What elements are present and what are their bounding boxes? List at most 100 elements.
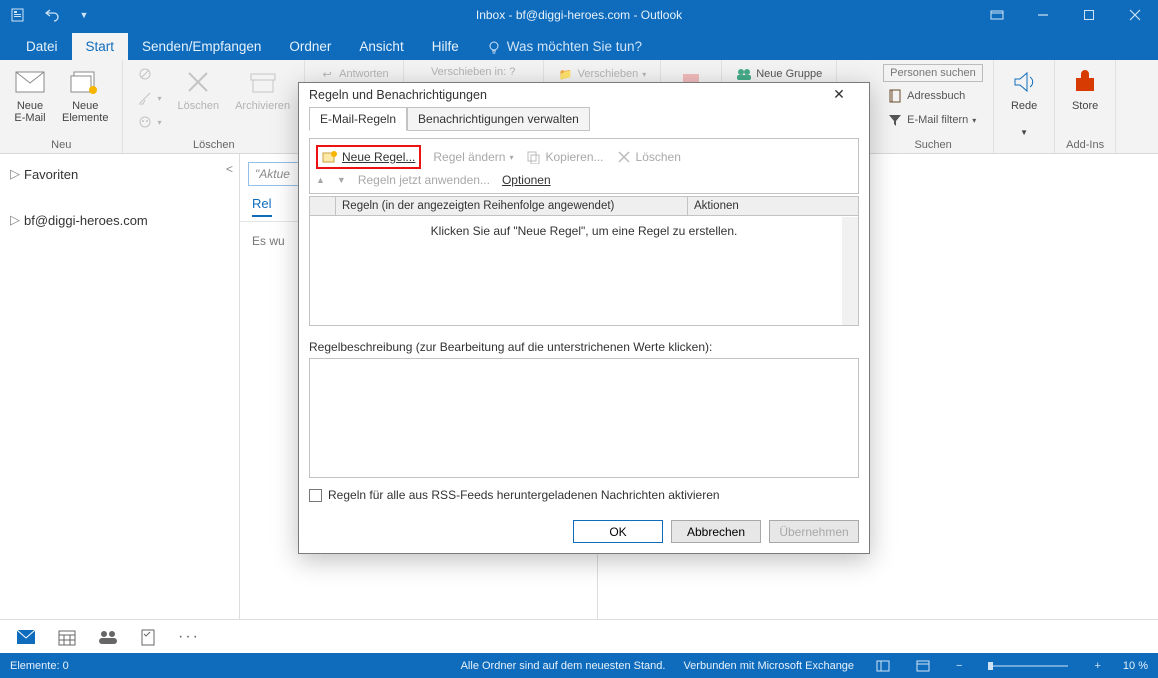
delete-label: Löschen — [178, 100, 220, 112]
options-label: Optionen — [502, 173, 551, 187]
folder-move-icon: 📁 — [558, 66, 574, 82]
reply-icon: ↩ — [319, 66, 335, 82]
tab-hilfe[interactable]: Hilfe — [418, 33, 473, 60]
new-rule-button[interactable]: Neue Regel... — [316, 145, 421, 169]
view-reading-icon[interactable] — [912, 660, 934, 672]
people-search-input[interactable]: Personen suchen — [883, 64, 983, 82]
store-button[interactable]: Store — [1065, 64, 1105, 114]
store-icon — [1069, 66, 1101, 98]
move-up-button[interactable]: ▲ — [316, 175, 325, 185]
delete-rule-button[interactable]: Löschen — [616, 149, 681, 165]
folder-pane: ▷Favoriten ▷ bf@diggi-heroes.com < — [0, 154, 240, 619]
junk-button[interactable]: ▾ — [133, 112, 165, 132]
copy-rule-button[interactable]: Kopieren... — [525, 149, 603, 165]
group-label-neu: Neu — [51, 139, 71, 153]
favorites-row[interactable]: ▷Favoriten — [0, 160, 239, 188]
zoom-in-button[interactable]: + — [1090, 660, 1104, 672]
funnel-icon — [887, 112, 903, 128]
delete-icon — [616, 149, 632, 165]
junk-icon — [137, 114, 153, 130]
close-button[interactable] — [1112, 0, 1158, 30]
delete-button[interactable]: Löschen — [174, 64, 224, 114]
dialog-buttons: OK Abbrechen Übernehmen — [299, 510, 869, 553]
group-label-addins: Add-Ins — [1066, 139, 1104, 153]
ribbon-group-suchen: Personen suchen Adressbuch E-Mail filter… — [873, 60, 994, 153]
tab-notifications[interactable]: Benachrichtigungen verwalten — [407, 107, 590, 131]
account-label: bf@diggi-heroes.com — [24, 213, 148, 228]
table-scrollbar[interactable] — [842, 217, 858, 325]
zoom-out-button[interactable]: − — [952, 660, 966, 672]
col-checkbox — [310, 197, 336, 215]
title-bar: ▼ Inbox - bf@diggi-heroes.com - Outlook — [0, 0, 1158, 30]
new-items-button[interactable]: Neue Elemente — [58, 64, 112, 126]
col-actions: Aktionen — [688, 197, 858, 215]
move-down-button[interactable]: ▼ — [337, 175, 346, 185]
cancel-button[interactable]: Abbrechen — [671, 520, 761, 543]
zoom-slider[interactable] — [984, 661, 1072, 671]
addressbook-label: Adressbuch — [907, 90, 965, 102]
tab-start[interactable]: Start — [72, 33, 129, 60]
qat-dropdown-icon[interactable]: ▼ — [72, 3, 96, 27]
change-rule-button[interactable]: Regel ändern ▾ — [433, 150, 513, 164]
filter-email-button[interactable]: E-Mail filtern▾ — [883, 110, 983, 130]
tasks-nav-icon[interactable] — [140, 628, 156, 646]
new-email-button[interactable]: Neue E-Mail — [10, 64, 50, 126]
speak-button[interactable]: Rede▼ — [1004, 64, 1044, 139]
dialog-titlebar: Regeln und Benachrichtigungen ✕ — [299, 83, 869, 106]
broom-icon — [137, 90, 153, 106]
view-normal-icon[interactable] — [872, 660, 894, 672]
move-to-button[interactable]: Verschieben in: ? — [427, 64, 519, 80]
tab-email-rules[interactable]: E-Mail-Regeln — [309, 107, 407, 131]
new-items-label: Neue Elemente — [62, 100, 108, 124]
tab-senden[interactable]: Senden/Empfangen — [128, 33, 275, 60]
move-to-label: Verschieben in: ? — [431, 66, 515, 78]
account-row[interactable]: ▷ bf@diggi-heroes.com — [0, 206, 239, 234]
new-group-label: Neue Gruppe — [756, 68, 822, 80]
collapse-pane-icon[interactable]: < — [226, 162, 233, 176]
archive-button[interactable]: Archivieren — [231, 64, 294, 114]
dialog-close-button[interactable]: ✕ — [819, 86, 859, 103]
mail-nav-icon[interactable] — [16, 629, 36, 645]
ok-button[interactable]: OK — [573, 520, 663, 543]
delete-x-icon — [182, 66, 214, 98]
new-group-button[interactable]: Neue Gruppe — [732, 64, 826, 84]
ignore-button[interactable] — [133, 64, 165, 84]
tell-me-label: Was möchten Sie tun? — [507, 39, 642, 54]
rss-checkbox-row[interactable]: Regeln für alle aus RSS-Feeds herunterge… — [309, 488, 859, 502]
options-button[interactable]: Optionen — [502, 173, 551, 187]
tab-relevant[interactable]: Rel — [252, 196, 272, 217]
tab-ordner[interactable]: Ordner — [275, 33, 345, 60]
addressbook-button[interactable]: Adressbuch — [883, 86, 983, 106]
rules-table: Regeln (in der angezeigten Reihenfolge a… — [309, 196, 859, 326]
ribbon-options-icon[interactable] — [974, 0, 1020, 30]
cleanup-button[interactable]: ▾ — [133, 88, 165, 108]
move-button[interactable]: 📁Verschieben▾ — [554, 64, 651, 84]
rss-checkbox[interactable] — [309, 489, 322, 502]
col-rules: Regeln (in der angezeigten Reihenfolge a… — [336, 197, 688, 215]
minimize-button[interactable] — [1020, 0, 1066, 30]
maximize-button[interactable] — [1066, 0, 1112, 30]
calendar-nav-icon[interactable] — [58, 628, 76, 646]
book-icon — [887, 88, 903, 104]
ignore-icon — [137, 66, 153, 82]
ribbon-group-addins: Store Add-Ins — [1055, 60, 1116, 153]
people-nav-icon[interactable] — [98, 629, 118, 645]
apply-button[interactable]: Übernehmen — [769, 520, 859, 543]
undo-icon[interactable] — [40, 3, 64, 27]
more-nav-icon[interactable]: ··· — [178, 628, 200, 646]
speaker-icon — [1008, 66, 1040, 98]
copy-rule-label: Kopieren... — [545, 150, 603, 164]
favorites-label: Favoriten — [24, 167, 78, 182]
apply-rules-now-button[interactable]: Regeln jetzt anwenden... — [358, 173, 490, 187]
status-connection: Verbunden mit Microsoft Exchange — [683, 660, 854, 672]
dialog-title: Regeln und Benachrichtigungen — [309, 88, 487, 102]
tab-datei[interactable]: Datei — [12, 33, 72, 60]
new-email-label: Neue E-Mail — [14, 100, 45, 124]
reply-button[interactable]: ↩Antworten — [315, 64, 393, 84]
tell-me[interactable]: Was möchten Sie tun? — [473, 33, 656, 60]
tab-ansicht[interactable]: Ansicht — [345, 33, 417, 60]
status-bar: Elemente: 0 Alle Ordner sind auf dem neu… — [0, 653, 1158, 678]
filter-label: E-Mail filtern — [907, 114, 968, 126]
new-rule-label: Neue Regel... — [342, 150, 415, 164]
expand-caret-icon: ▷ — [10, 212, 20, 228]
